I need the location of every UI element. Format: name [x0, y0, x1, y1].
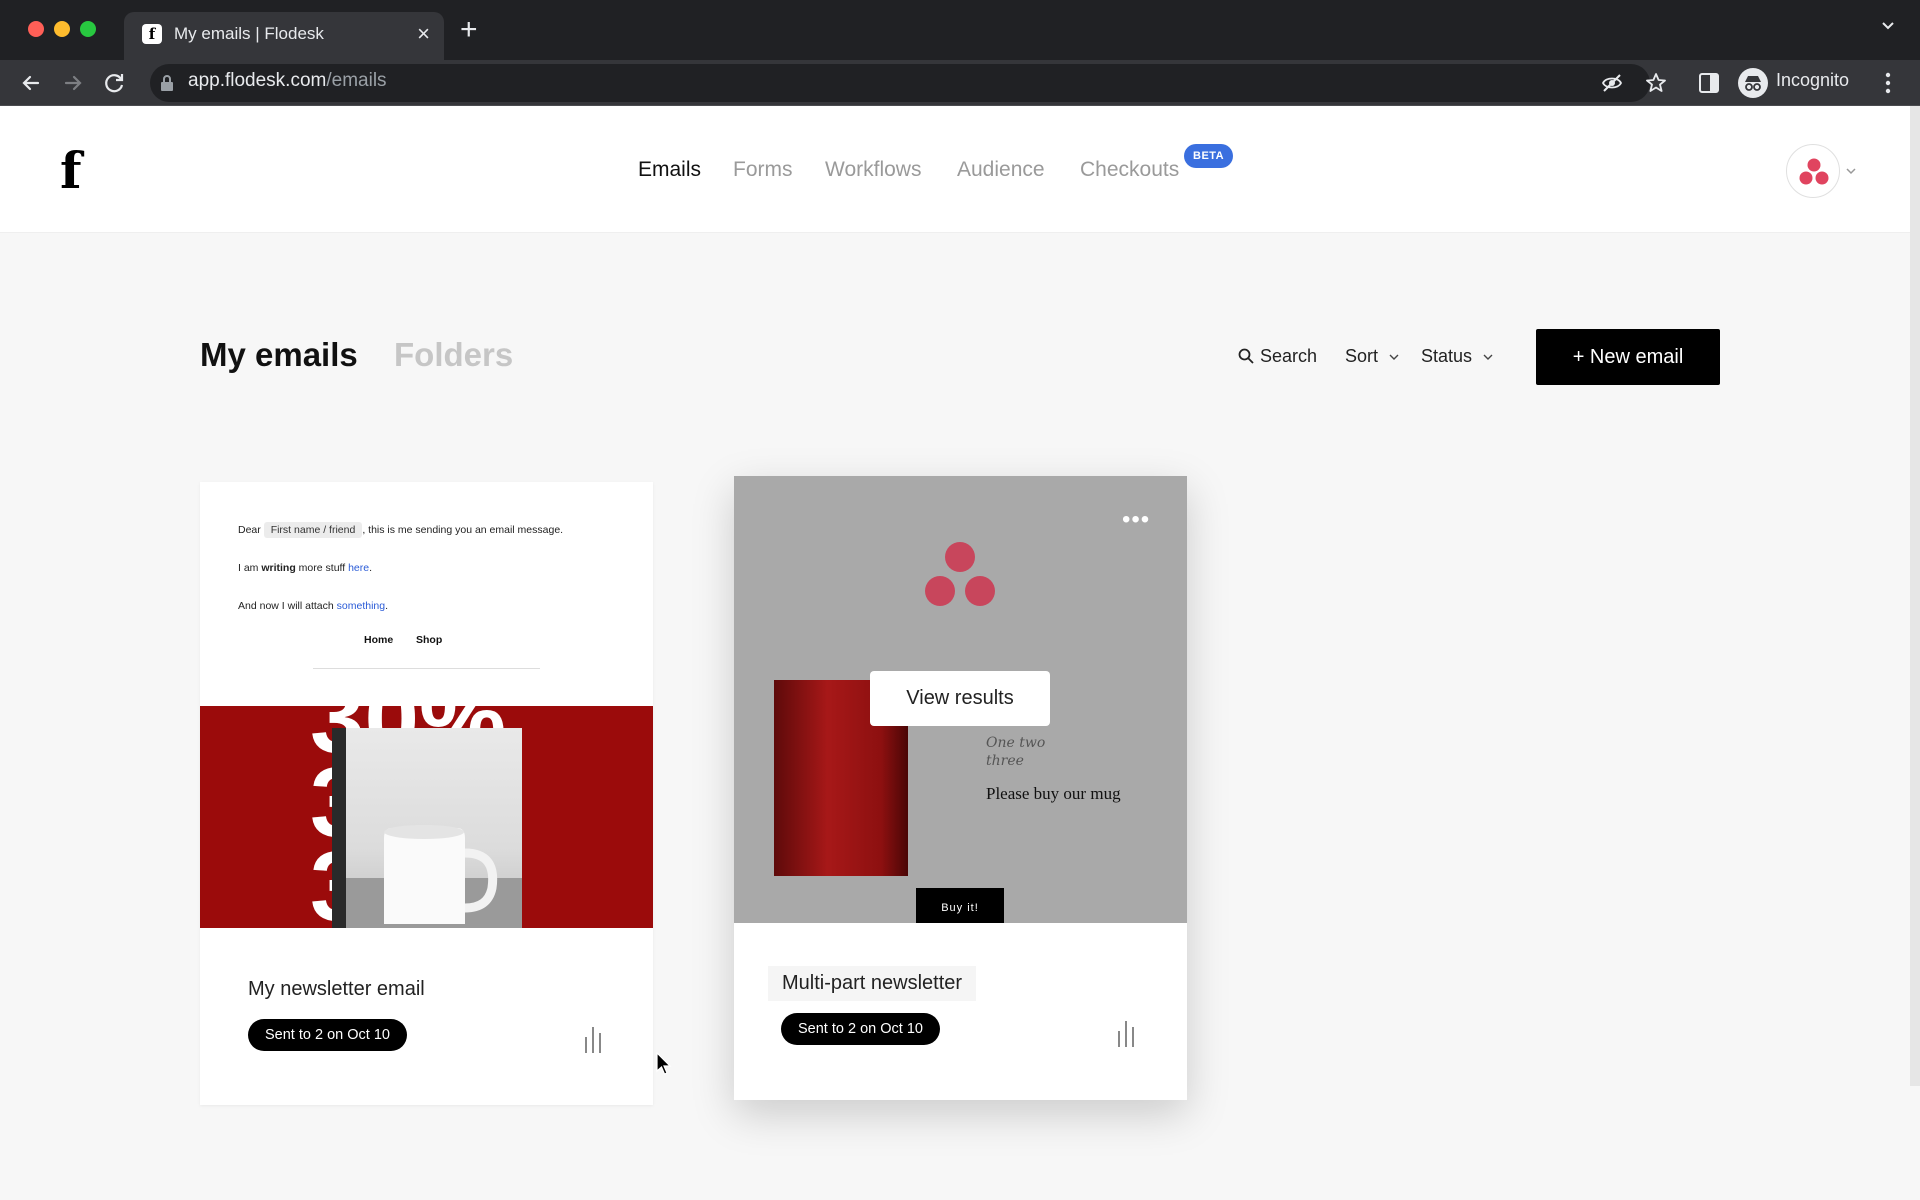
email-name[interactable]: My newsletter email — [248, 978, 425, 1001]
browser-tab-strip: f My emails | Flodesk × + — [0, 0, 1920, 60]
url-text[interactable]: app.flodesk.com/emails — [188, 70, 387, 92]
beta-badge: BETA — [1184, 144, 1234, 168]
preview-link: here — [348, 562, 370, 574]
sent-status-badge: Sent to 2 on Oct 10 — [781, 1013, 940, 1045]
nav-audience[interactable]: Audience — [957, 158, 1045, 182]
preview-sale-banner: 30% 30% 30% — [200, 706, 653, 928]
preview-text: And now I will attach — [238, 600, 337, 612]
search-icon — [1238, 348, 1254, 364]
status-dropdown[interactable]: Status — [1421, 346, 1493, 367]
nav-checkouts[interactable]: Checkouts — [1080, 158, 1179, 182]
tab-search-chevron-icon[interactable] — [1880, 18, 1896, 39]
more-options-icon[interactable]: ••• — [1122, 506, 1150, 534]
preview-headline: Please buy our mug — [986, 784, 1121, 803]
page-title[interactable]: My emails — [200, 336, 358, 374]
email-name-field[interactable]: Multi-part newsletter — [768, 966, 977, 1001]
asana-logo-icon — [925, 542, 995, 606]
preview-text: I am — [238, 562, 262, 574]
reload-icon[interactable] — [100, 68, 130, 98]
bookmark-star-icon[interactable] — [1644, 71, 1668, 100]
tab-close-icon[interactable]: × — [417, 22, 430, 46]
bar-chart-icon[interactable] — [583, 1025, 603, 1058]
preview-link: something — [336, 600, 386, 612]
search-label: Search — [1260, 346, 1318, 366]
url-host: app.flodesk.com — [188, 70, 327, 91]
preview-text: . — [369, 562, 373, 574]
nav-forms[interactable]: Forms — [733, 158, 793, 182]
white-mug-icon — [332, 728, 522, 928]
status-chevron-down-icon — [1483, 354, 1493, 361]
flodesk-favicon-icon: f — [142, 24, 162, 44]
eye-off-icon[interactable] — [1601, 72, 1623, 99]
page-scrollbar[interactable] — [1910, 106, 1920, 1086]
preview-script-text: One two three — [986, 735, 1046, 769]
status-label: Status — [1421, 346, 1473, 366]
email-preview[interactable]: Dear First name / friend, this is me sen… — [200, 482, 653, 928]
back-arrow-icon[interactable] — [16, 68, 46, 98]
preview-text: . — [385, 600, 389, 612]
preview-menu-shop: Shop — [416, 634, 443, 646]
new-email-button[interactable]: + New email — [1536, 329, 1720, 385]
preview-line-2: I am writing more stuff here. — [238, 562, 372, 574]
url-path: /emails — [326, 70, 387, 91]
bar-chart-icon[interactable] — [1116, 1019, 1136, 1052]
app-header: f Emails Forms Workflows Audience Checko… — [0, 106, 1920, 233]
sort-chevron-down-icon — [1389, 354, 1399, 361]
email-name[interactable]: Multi-part newsletter — [782, 972, 962, 995]
preview-divider — [313, 668, 540, 669]
sort-dropdown[interactable]: Sort — [1345, 346, 1399, 367]
sent-status-badge: Sent to 2 on Oct 10 — [248, 1019, 407, 1051]
window-zoom-button[interactable] — [80, 21, 96, 37]
nav-workflows[interactable]: Workflows — [825, 158, 921, 182]
mug-photo — [332, 728, 522, 928]
window-minimize-button[interactable] — [54, 21, 70, 37]
browser-tab[interactable]: f My emails | Flodesk × — [124, 12, 444, 60]
browser-toolbar: app.flodesk.com/emails Incognito — [0, 60, 1920, 106]
email-card[interactable]: ••• One two three Please buy our mug Buy… — [734, 476, 1187, 1100]
preview-buy-button: Buy it! — [916, 888, 1004, 923]
preview-dear: Dear — [238, 524, 261, 536]
profile-label[interactable]: Incognito — [1776, 70, 1849, 91]
account-chevron-down-icon[interactable] — [1846, 162, 1856, 180]
preview-dear-rest: , this is me sending you an email messag… — [362, 524, 564, 536]
view-results-button[interactable]: View results — [870, 671, 1050, 726]
email-card[interactable]: Dear First name / friend, this is me sen… — [200, 482, 653, 1105]
flodesk-logo[interactable]: f — [60, 146, 82, 196]
side-panel-icon[interactable] — [1698, 72, 1720, 99]
incognito-icon[interactable] — [1738, 68, 1768, 103]
mouse-cursor-icon — [656, 1051, 672, 1081]
new-tab-plus-icon[interactable]: + — [460, 14, 478, 46]
preview-text: more stuff — [295, 562, 349, 574]
preview-bold-text: writing — [261, 562, 296, 574]
window-close-button[interactable] — [28, 21, 44, 37]
asana-logo-icon — [1799, 158, 1829, 185]
forward-arrow-icon[interactable] — [58, 68, 88, 98]
browser-menu-kebab-icon[interactable] — [1884, 72, 1892, 99]
preview-line-greeting: Dear First name / friend, this is me sen… — [238, 522, 563, 538]
tab-folders[interactable]: Folders — [394, 336, 513, 374]
sort-label: Sort — [1345, 346, 1379, 366]
preview-menu-home: Home — [364, 634, 394, 646]
merge-tag-chip: First name / friend — [263, 522, 363, 538]
tab-title: My emails | Flodesk — [174, 24, 324, 43]
lock-icon — [160, 74, 174, 97]
preview-line-3: And now I will attach something. — [238, 600, 388, 612]
avatar[interactable] — [1786, 144, 1840, 198]
email-preview[interactable]: ••• One two three Please buy our mug Buy… — [734, 476, 1187, 923]
nav-emails[interactable]: Emails — [638, 158, 701, 182]
